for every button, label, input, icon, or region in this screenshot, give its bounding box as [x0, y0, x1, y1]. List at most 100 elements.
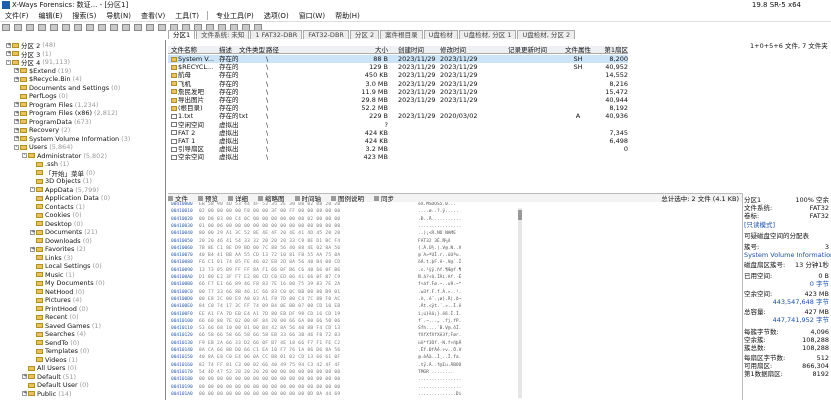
tree-item[interactable]: Cookies (0): [30, 211, 82, 220]
tree-item[interactable]: Local Settings (0): [30, 262, 102, 271]
tab-2[interactable]: 1 FAT32-DBR: [250, 30, 303, 39]
menu-item[interactable]: 文件(F): [0, 11, 34, 21]
expand-toggle[interactable]: +: [6, 51, 11, 57]
file-row[interactable]: 飞机 存在的 \ 3.0 MB 2023/11/29 2023/11/29 8,216: [168, 80, 628, 88]
expand-toggle[interactable]: -: [30, 187, 35, 193]
tree-item[interactable]: SendTo (0): [30, 339, 79, 348]
file-row[interactable]: $RECYCL... 存在的 \ 129 B 2023/11/29 2023/11/29 S…: [168, 63, 628, 71]
expand-toggle[interactable]: [30, 357, 35, 362]
expand-toggle[interactable]: +: [14, 76, 19, 82]
menu-item[interactable]: 查看(V): [136, 11, 170, 21]
column-header[interactable]: 创建时间: [398, 46, 438, 54]
toolbar-button-icon[interactable]: [74, 23, 82, 31]
toolbar-button-icon[interactable]: [158, 23, 166, 31]
menu-item[interactable]: 工具(T): [170, 11, 204, 21]
tree-item[interactable]: PerfLogs (0): [14, 92, 68, 101]
tree-item[interactable]: + Documents (21): [30, 228, 97, 237]
expand-toggle[interactable]: [30, 204, 35, 209]
tree-item[interactable]: 「开始」菜单 (0): [30, 169, 95, 178]
tab-5[interactable]: 案件根目录: [380, 30, 423, 39]
expand-toggle[interactable]: +: [6, 42, 11, 48]
file-row[interactable]: 詹民发吧 存在的 \ 11.9 MB 2023/11/29 2023/11/29 15,47…: [168, 88, 628, 96]
file-row[interactable]: 航母 存在的 \ 450 KB 2023/11/29 2023/11/29 14,552: [168, 71, 628, 79]
tree-item[interactable]: All Users (0): [22, 364, 77, 373]
column-header[interactable]: 第1扇区: [598, 46, 628, 54]
column-header[interactable]: 大小: [358, 46, 388, 54]
menu-item[interactable]: 导航(N): [101, 11, 136, 21]
expand-toggle[interactable]: [14, 85, 19, 90]
expand-toggle[interactable]: [30, 332, 35, 337]
tree-item[interactable]: Contacts (1): [30, 203, 85, 212]
file-row[interactable]: FAT 1 虚拟出 \ 424 KB 6,498: [168, 137, 628, 145]
expand-toggle[interactable]: [30, 264, 35, 269]
expand-toggle[interactable]: [30, 298, 35, 303]
expand-toggle[interactable]: [30, 323, 35, 328]
tab-4[interactable]: 分区 2: [349, 30, 380, 39]
expand-toggle[interactable]: [30, 289, 35, 294]
toolbar-button-icon[interactable]: [14, 23, 22, 31]
tab-1[interactable]: 文件系统: 未知: [196, 30, 250, 39]
tree-item[interactable]: Default User (0): [22, 381, 89, 390]
expand-toggle[interactable]: +: [30, 229, 35, 235]
tree-item[interactable]: Recent (0): [30, 313, 79, 322]
tree-item[interactable]: Saved Games (1): [30, 322, 101, 331]
menu-item[interactable]: 专业工具(P): [211, 11, 259, 21]
tree-item[interactable]: - AppData (5,799): [30, 186, 99, 195]
column-header[interactable]: 修改时间: [440, 46, 500, 54]
expand-toggle[interactable]: +: [14, 68, 19, 74]
column-header[interactable]: 路径: [266, 46, 356, 54]
tree-item[interactable]: Pictures (4): [30, 296, 82, 305]
column-header[interactable]: 记录更新时间: [508, 46, 558, 54]
tree-item[interactable]: + Program Files (1,234): [14, 101, 98, 110]
expand-toggle[interactable]: +: [14, 110, 19, 116]
menu-item[interactable]: 编辑(E): [34, 11, 68, 21]
tree-item[interactable]: - 分区 4 (91,113): [6, 58, 70, 67]
file-row[interactable]: 导出图片 存在的 \ 29.8 MB 2023/11/29 2023/11/29 40,94…: [168, 96, 628, 104]
tree-item[interactable]: + Default (51): [22, 373, 76, 382]
expand-toggle[interactable]: +: [14, 136, 19, 142]
column-header[interactable]: 文件名称: [171, 46, 219, 54]
menu-item[interactable]: 搜索(S): [67, 11, 101, 21]
toolbar-button-icon[interactable]: [146, 23, 154, 31]
tree-item[interactable]: + Favorites (2): [30, 245, 86, 254]
tree-item[interactable]: + Public (14): [22, 390, 72, 399]
tree-item[interactable]: My Documents (0): [30, 279, 105, 288]
file-row[interactable]: 空余空间 虚拟出 \ 423 MB: [168, 153, 628, 161]
expand-toggle[interactable]: [22, 366, 27, 371]
expand-toggle[interactable]: -: [6, 59, 11, 65]
expand-toggle[interactable]: +: [30, 246, 35, 252]
column-header[interactable]: 描述: [219, 46, 239, 54]
toolbar-button-icon[interactable]: [122, 23, 130, 31]
file-row[interactable]: 空闲空间 虚拟出 \?: [168, 121, 628, 129]
tab-0[interactable]: 分区1: [168, 30, 196, 39]
tree-item[interactable]: Desktop (0): [30, 220, 83, 229]
expand-toggle[interactable]: +: [22, 391, 27, 397]
expand-toggle[interactable]: [14, 94, 19, 99]
toolbar-button-icon[interactable]: [2, 23, 10, 31]
menu-item[interactable]: 选项(O): [259, 11, 294, 21]
expand-toggle[interactable]: [30, 170, 35, 175]
file-row[interactable]: 引导扇区 虚拟出 \ 3.2 MB 0: [168, 145, 628, 153]
expand-toggle[interactable]: +: [22, 374, 27, 380]
toolbar-button-icon[interactable]: [26, 23, 34, 31]
file-row[interactable]: 1.txt 存在的 txt \ 229 B 2023/11/29 2020/03/02 A 40…: [168, 112, 628, 120]
tree-item[interactable]: Music (1): [30, 271, 75, 280]
tab-3[interactable]: FAT32-DBR: [303, 30, 349, 39]
scroll-thumb[interactable]: [518, 210, 522, 220]
expand-toggle[interactable]: +: [14, 102, 19, 108]
toolbar-button-icon[interactable]: [50, 23, 58, 31]
expand-toggle[interactable]: [30, 179, 35, 184]
toolbar-button-icon[interactable]: [134, 23, 142, 31]
expand-toggle[interactable]: -: [14, 144, 19, 150]
tree-item[interactable]: - Administrator (5,802): [22, 152, 107, 161]
tree-item[interactable]: 3D Objects (1): [30, 177, 92, 186]
expand-toggle[interactable]: [30, 213, 35, 218]
expand-toggle[interactable]: [30, 162, 35, 167]
tree-item[interactable]: Videos (1): [30, 356, 78, 365]
tree-item[interactable]: PrintHood (0): [30, 305, 88, 314]
menu-item[interactable]: 窗口(W): [294, 11, 330, 21]
hex-row[interactable]: 004101A0 00 00 00 00 00 00 00 00 00 00 00…: [168, 392, 742, 400]
file-row[interactable]: (根目录) 存在的 \ 52.2 MB 8,192: [168, 104, 628, 112]
tree-item[interactable]: Downloads (0): [30, 237, 92, 246]
tree-item[interactable]: Links (3): [30, 254, 73, 263]
